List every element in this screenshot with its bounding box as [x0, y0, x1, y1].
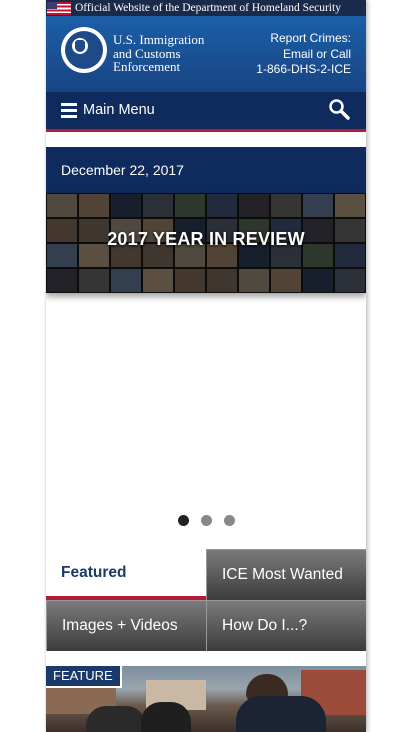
search-icon[interactable] — [328, 98, 350, 120]
report-crimes-line: Report Crimes: — [270, 31, 351, 45]
menu-bar: Main Menu — [46, 92, 366, 132]
agency-name-line: and Customs — [113, 45, 181, 61]
feature-badge: FEATURE — [46, 666, 122, 688]
carousel-dot[interactable] — [223, 515, 235, 526]
tab-featured[interactable]: Featured — [46, 549, 206, 600]
tab-how-do-i[interactable]: How Do I...? — [206, 600, 366, 651]
gov-banner-text: Official Website of the Department of Ho… — [75, 2, 341, 14]
dhs-seal-icon[interactable] — [61, 27, 107, 73]
agency-name-line: Enforcement — [113, 59, 181, 74]
page-container: Official Website of the Department of Ho… — [46, 0, 366, 732]
site-header: U.S. Immigration and Customs Enforcement… — [46, 16, 366, 92]
hero-title[interactable]: 2017 YEAR IN REVIEW — [46, 229, 366, 250]
hamburger-icon[interactable] — [61, 103, 77, 119]
report-crimes[interactable]: Report Crimes: Email or Call 1-866-DHS-2… — [256, 31, 351, 78]
feature-image[interactable]: FEATURE — [46, 666, 366, 732]
tab-ice-most-wanted[interactable]: ICE Most Wanted — [206, 549, 366, 600]
gov-banner: Official Website of the Department of Ho… — [46, 0, 366, 16]
hero-image[interactable]: 2017 YEAR IN REVIEW — [46, 193, 366, 293]
carousel-dot[interactable] — [177, 515, 189, 526]
carousel-dots — [46, 515, 366, 526]
agency-name[interactable]: U.S. Immigration and Customs Enforcement — [113, 33, 204, 74]
report-crimes-phone[interactable]: 1-866-DHS-2-ICE — [256, 62, 351, 78]
slide-date-text: December 22, 2017 — [61, 162, 184, 178]
content-tabs: Featured ICE Most Wanted Images + Videos… — [46, 549, 366, 651]
agency-name-line: U.S. Immigration — [113, 32, 205, 47]
slide-date: December 22, 2017 — [46, 147, 366, 193]
report-crimes-line: Email or Call — [282, 46, 351, 61]
carousel-dot[interactable] — [200, 515, 212, 526]
main-menu-button[interactable]: Main Menu — [83, 102, 155, 118]
tab-images-videos[interactable]: Images + Videos — [46, 600, 206, 651]
us-flag-icon — [47, 1, 71, 15]
